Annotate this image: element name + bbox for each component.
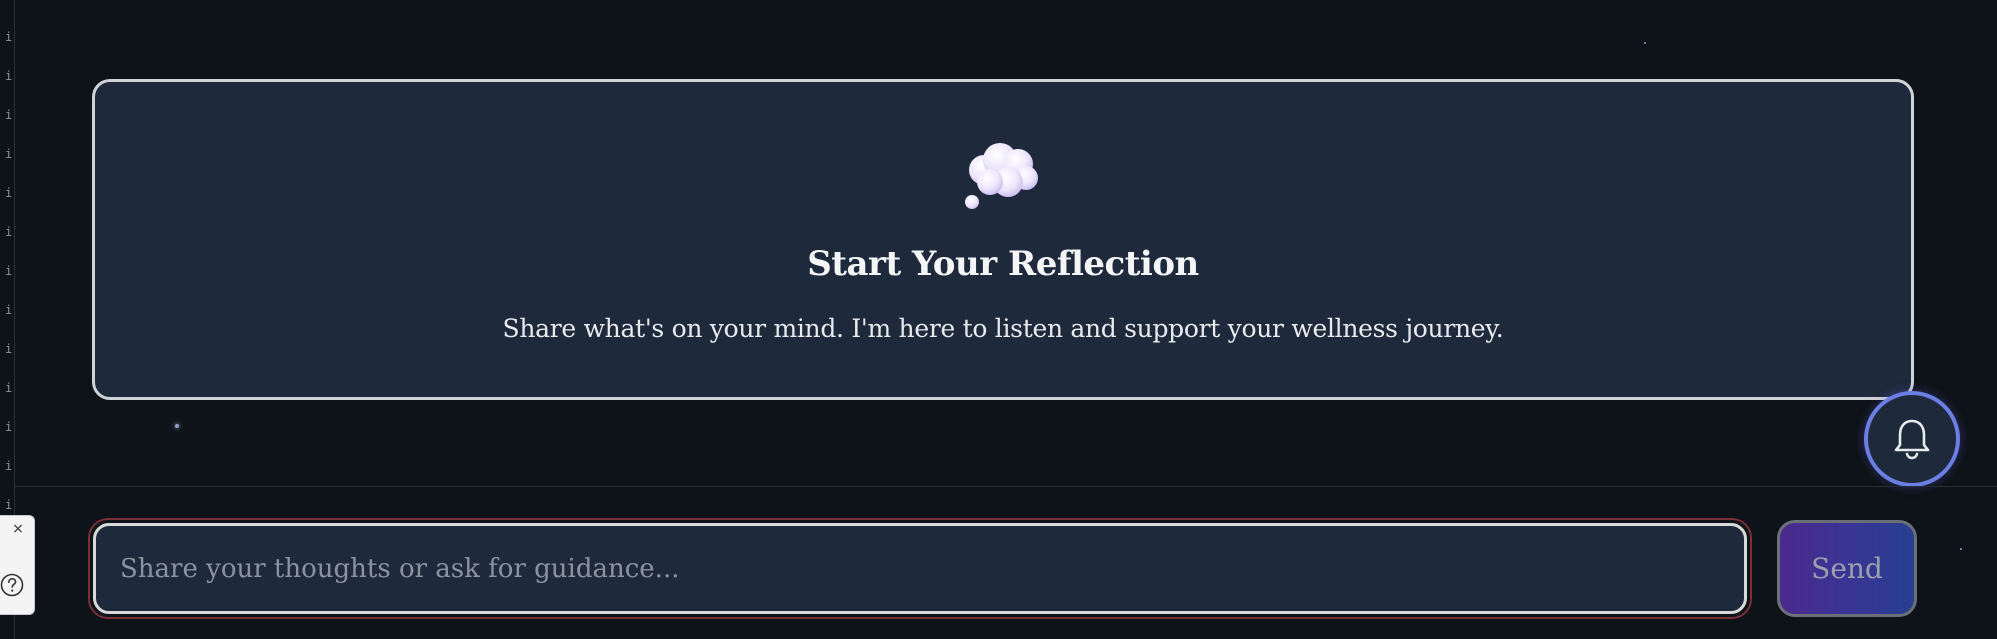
gutter-mark: i — [5, 264, 13, 278]
message-input[interactable] — [93, 523, 1747, 614]
question-circle-icon[interactable] — [0, 572, 26, 598]
gutter-mark: i — [5, 186, 13, 200]
thought-bubble-icon — [965, 143, 1038, 209]
star-decoration — [1960, 548, 1962, 550]
composer-divider — [14, 486, 1997, 487]
gutter-mark: i — [5, 459, 13, 473]
gutter-mark: i — [5, 381, 13, 395]
star-decoration — [175, 424, 179, 428]
gutter-mark: i — [5, 30, 13, 44]
message-input-wrapper — [88, 518, 1752, 619]
empty-state-subtitle: Share what's on your mind. I'm here to l… — [502, 314, 1504, 343]
empty-state-card: Start Your Reflection Share what's on yo… — [92, 79, 1914, 400]
app-root: i i i i i i i i i i i i i Start Your Ref… — [0, 0, 1997, 639]
star-decoration — [1644, 42, 1646, 44]
help-close-icon[interactable]: × — [9, 520, 27, 538]
notifications-button[interactable] — [1864, 391, 1960, 487]
gutter-mark: i — [5, 225, 13, 239]
gutter-mark: i — [5, 342, 13, 356]
help-widget: × — [0, 515, 35, 615]
gutter-mark: i — [5, 108, 13, 122]
gutter-mark: i — [5, 420, 13, 434]
bell-icon — [1894, 419, 1930, 460]
gutter-mark: i — [5, 69, 13, 83]
gutter-mark: i — [5, 498, 13, 512]
send-button[interactable]: Send — [1777, 520, 1917, 617]
gutter-mark: i — [5, 303, 13, 317]
gutter-mark: i — [5, 147, 13, 161]
empty-state-title: Start Your Reflection — [807, 244, 1199, 284]
